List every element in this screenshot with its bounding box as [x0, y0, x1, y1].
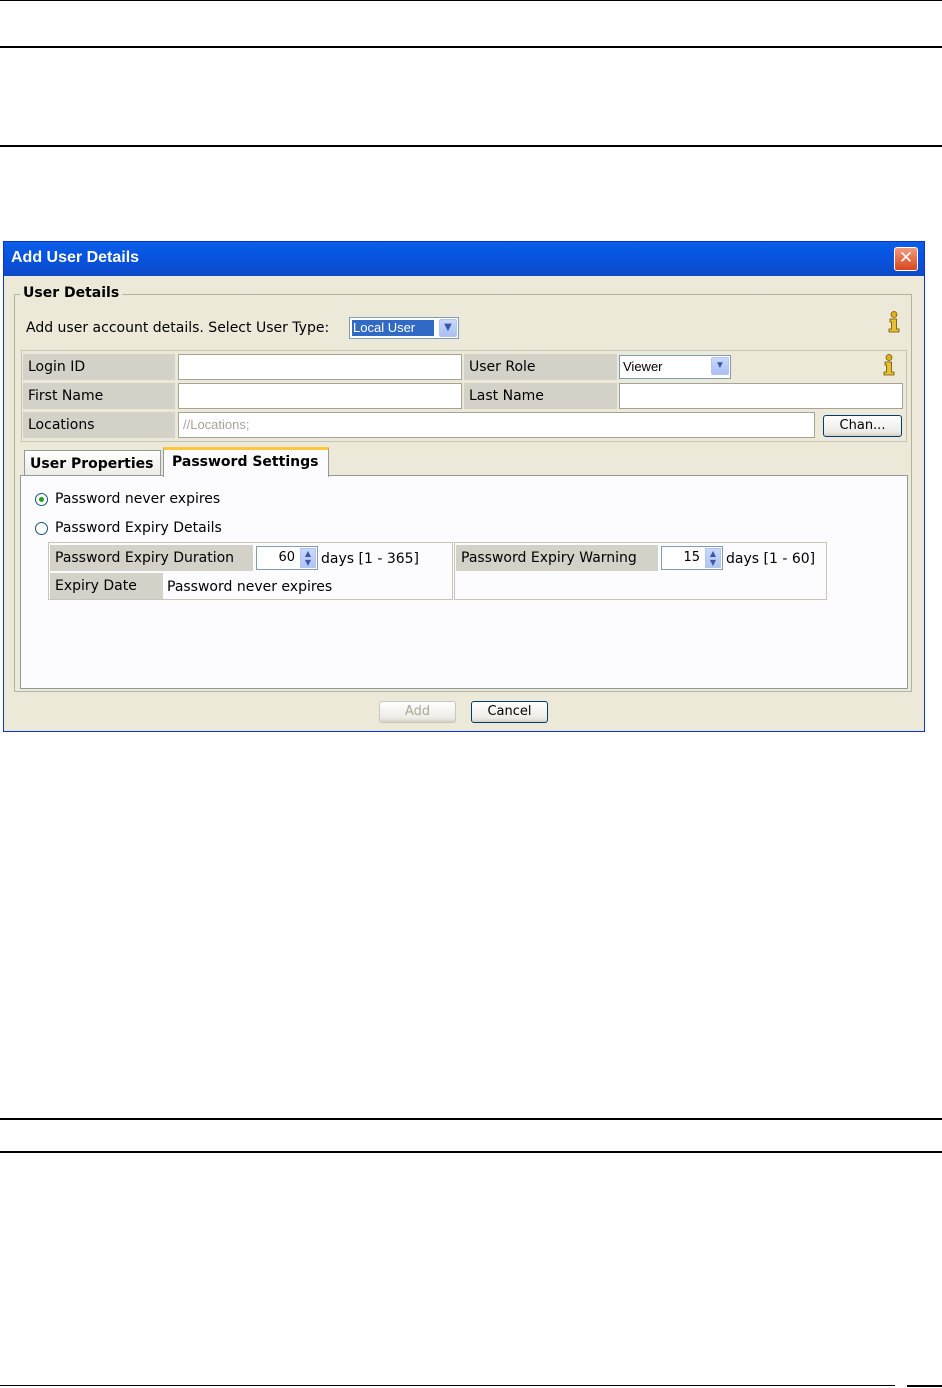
expiry-warning-range: days [1 - 60]	[726, 551, 816, 567]
last-name-label: Last Name	[464, 383, 617, 409]
page-corner-mark	[907, 1385, 942, 1387]
radio-never-expires[interactable]	[35, 493, 48, 506]
dialog-title: Add User Details	[11, 249, 140, 266]
page-rule-4	[0, 1151, 942, 1153]
expiry-details-label[interactable]: Password Expiry Details	[55, 520, 222, 536]
chevron-down-icon[interactable]: ▼	[711, 357, 729, 375]
expiry-date-value: Password never expires	[167, 579, 333, 595]
locations-field: //Locations;	[178, 412, 815, 438]
group-title: User Details	[20, 285, 123, 301]
spinner-arrows-icon[interactable]: ▲ ▼	[300, 548, 316, 568]
expiry-duration-range: days [1 - 365]	[321, 551, 419, 567]
dialog-titlebar[interactable]: Add User Details ✕	[4, 242, 924, 276]
info-icon[interactable]	[887, 311, 901, 333]
page-top-rule	[0, 0, 942, 1]
user-type-value: Local User	[352, 320, 434, 336]
user-role-label: User Role	[464, 354, 617, 380]
page-rule-1	[0, 46, 942, 48]
expiry-duration-spinner[interactable]: 60 ▲ ▼	[256, 546, 318, 570]
last-name-input[interactable]	[619, 383, 903, 409]
page-rule-2	[0, 145, 942, 147]
add-user-dialog: Add User Details ✕ User Details Add user…	[3, 241, 925, 732]
radio-expiry-details[interactable]	[35, 522, 48, 535]
cancel-button[interactable]: Cancel	[471, 701, 548, 723]
login-id-label: Login ID	[23, 354, 175, 380]
intro-text: Add user account details. Select User Ty…	[26, 320, 330, 336]
user-role-value: Viewer	[623, 359, 663, 374]
info-icon[interactable]	[882, 354, 896, 376]
change-locations-button[interactable]: Chan...	[823, 415, 902, 437]
expiry-duration-label: Password Expiry Duration	[50, 545, 253, 571]
expiry-warning-spinner[interactable]: 15 ▲ ▼	[661, 546, 723, 570]
tab-user-properties[interactable]: User Properties	[24, 450, 161, 476]
locations-label: Locations	[23, 412, 175, 438]
page-bottom-rule	[0, 1385, 895, 1386]
first-name-input[interactable]	[178, 383, 462, 409]
expiry-warning-label: Password Expiry Warning	[456, 545, 658, 571]
expiry-date-label: Expiry Date	[50, 573, 163, 599]
user-role-dropdown[interactable]: Viewer ▼	[619, 355, 731, 379]
chevron-down-icon[interactable]: ▼	[439, 319, 457, 337]
close-icon: ✕	[898, 248, 914, 268]
never-expires-label[interactable]: Password never expires	[55, 491, 220, 507]
tab-password-settings[interactable]: Password Settings	[163, 447, 329, 477]
page-rule-3	[0, 1118, 942, 1120]
spinner-arrows-icon[interactable]: ▲ ▼	[705, 548, 721, 568]
user-type-dropdown[interactable]: Local User ▼	[349, 317, 459, 339]
login-id-input[interactable]	[178, 354, 462, 380]
add-button[interactable]: Add	[379, 701, 456, 723]
first-name-label: First Name	[23, 383, 175, 409]
close-button[interactable]: ✕	[894, 247, 918, 271]
expiry-duration-value: 60	[278, 550, 295, 565]
expiry-warning-value: 15	[683, 550, 700, 565]
